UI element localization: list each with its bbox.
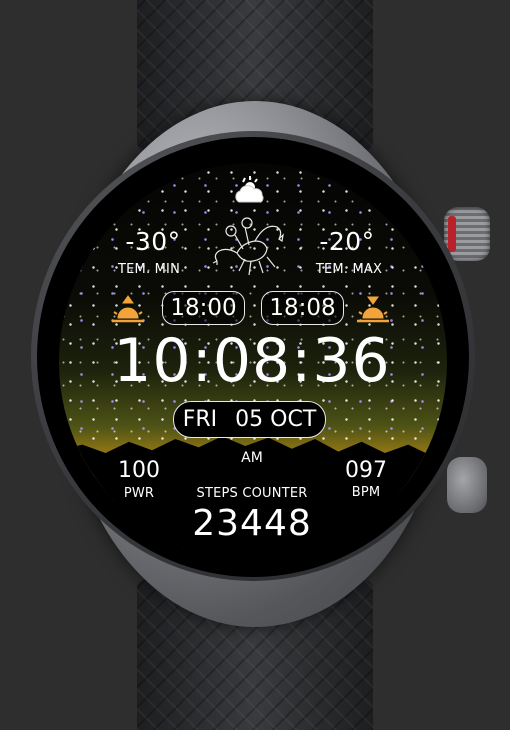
date-day-month: 05 OCT	[235, 407, 317, 432]
steps-value: 23448	[192, 503, 312, 544]
temp-min-label: TEM. MIN	[117, 262, 181, 277]
main-clock-time: 10:08:36	[113, 326, 391, 396]
sunrise-icon	[112, 295, 144, 323]
crown-accent-ring	[448, 216, 456, 252]
date-display: FRI 05 OCT	[173, 401, 326, 438]
steps-label: STEPS COUNTER	[196, 486, 308, 501]
temp-min-value: -30°	[125, 227, 181, 256]
sunset-time: 18:08	[261, 291, 344, 325]
scorpion-icon	[212, 217, 284, 276]
am-pm-indicator: AM	[241, 450, 263, 466]
side-button[interactable]	[447, 457, 487, 513]
battery-label: PWR	[123, 486, 155, 501]
temp-max-label: TEM. MAX	[315, 262, 383, 277]
heart-rate-label: BPM	[351, 485, 381, 500]
battery-value: 100	[118, 458, 160, 483]
cloud-sun-icon	[235, 176, 264, 203]
heart-rate-value: 097	[345, 458, 387, 483]
watch-face-screen[interactable]: -30° TEM. MIN -20° TEM. MAX 18:00 18:08 …	[59, 163, 447, 561]
sunset-icon	[357, 296, 389, 323]
weekday: FRI	[182, 407, 218, 432]
temp-max-value: -20°	[319, 227, 375, 256]
sunrise-time: 18:00	[162, 291, 245, 325]
